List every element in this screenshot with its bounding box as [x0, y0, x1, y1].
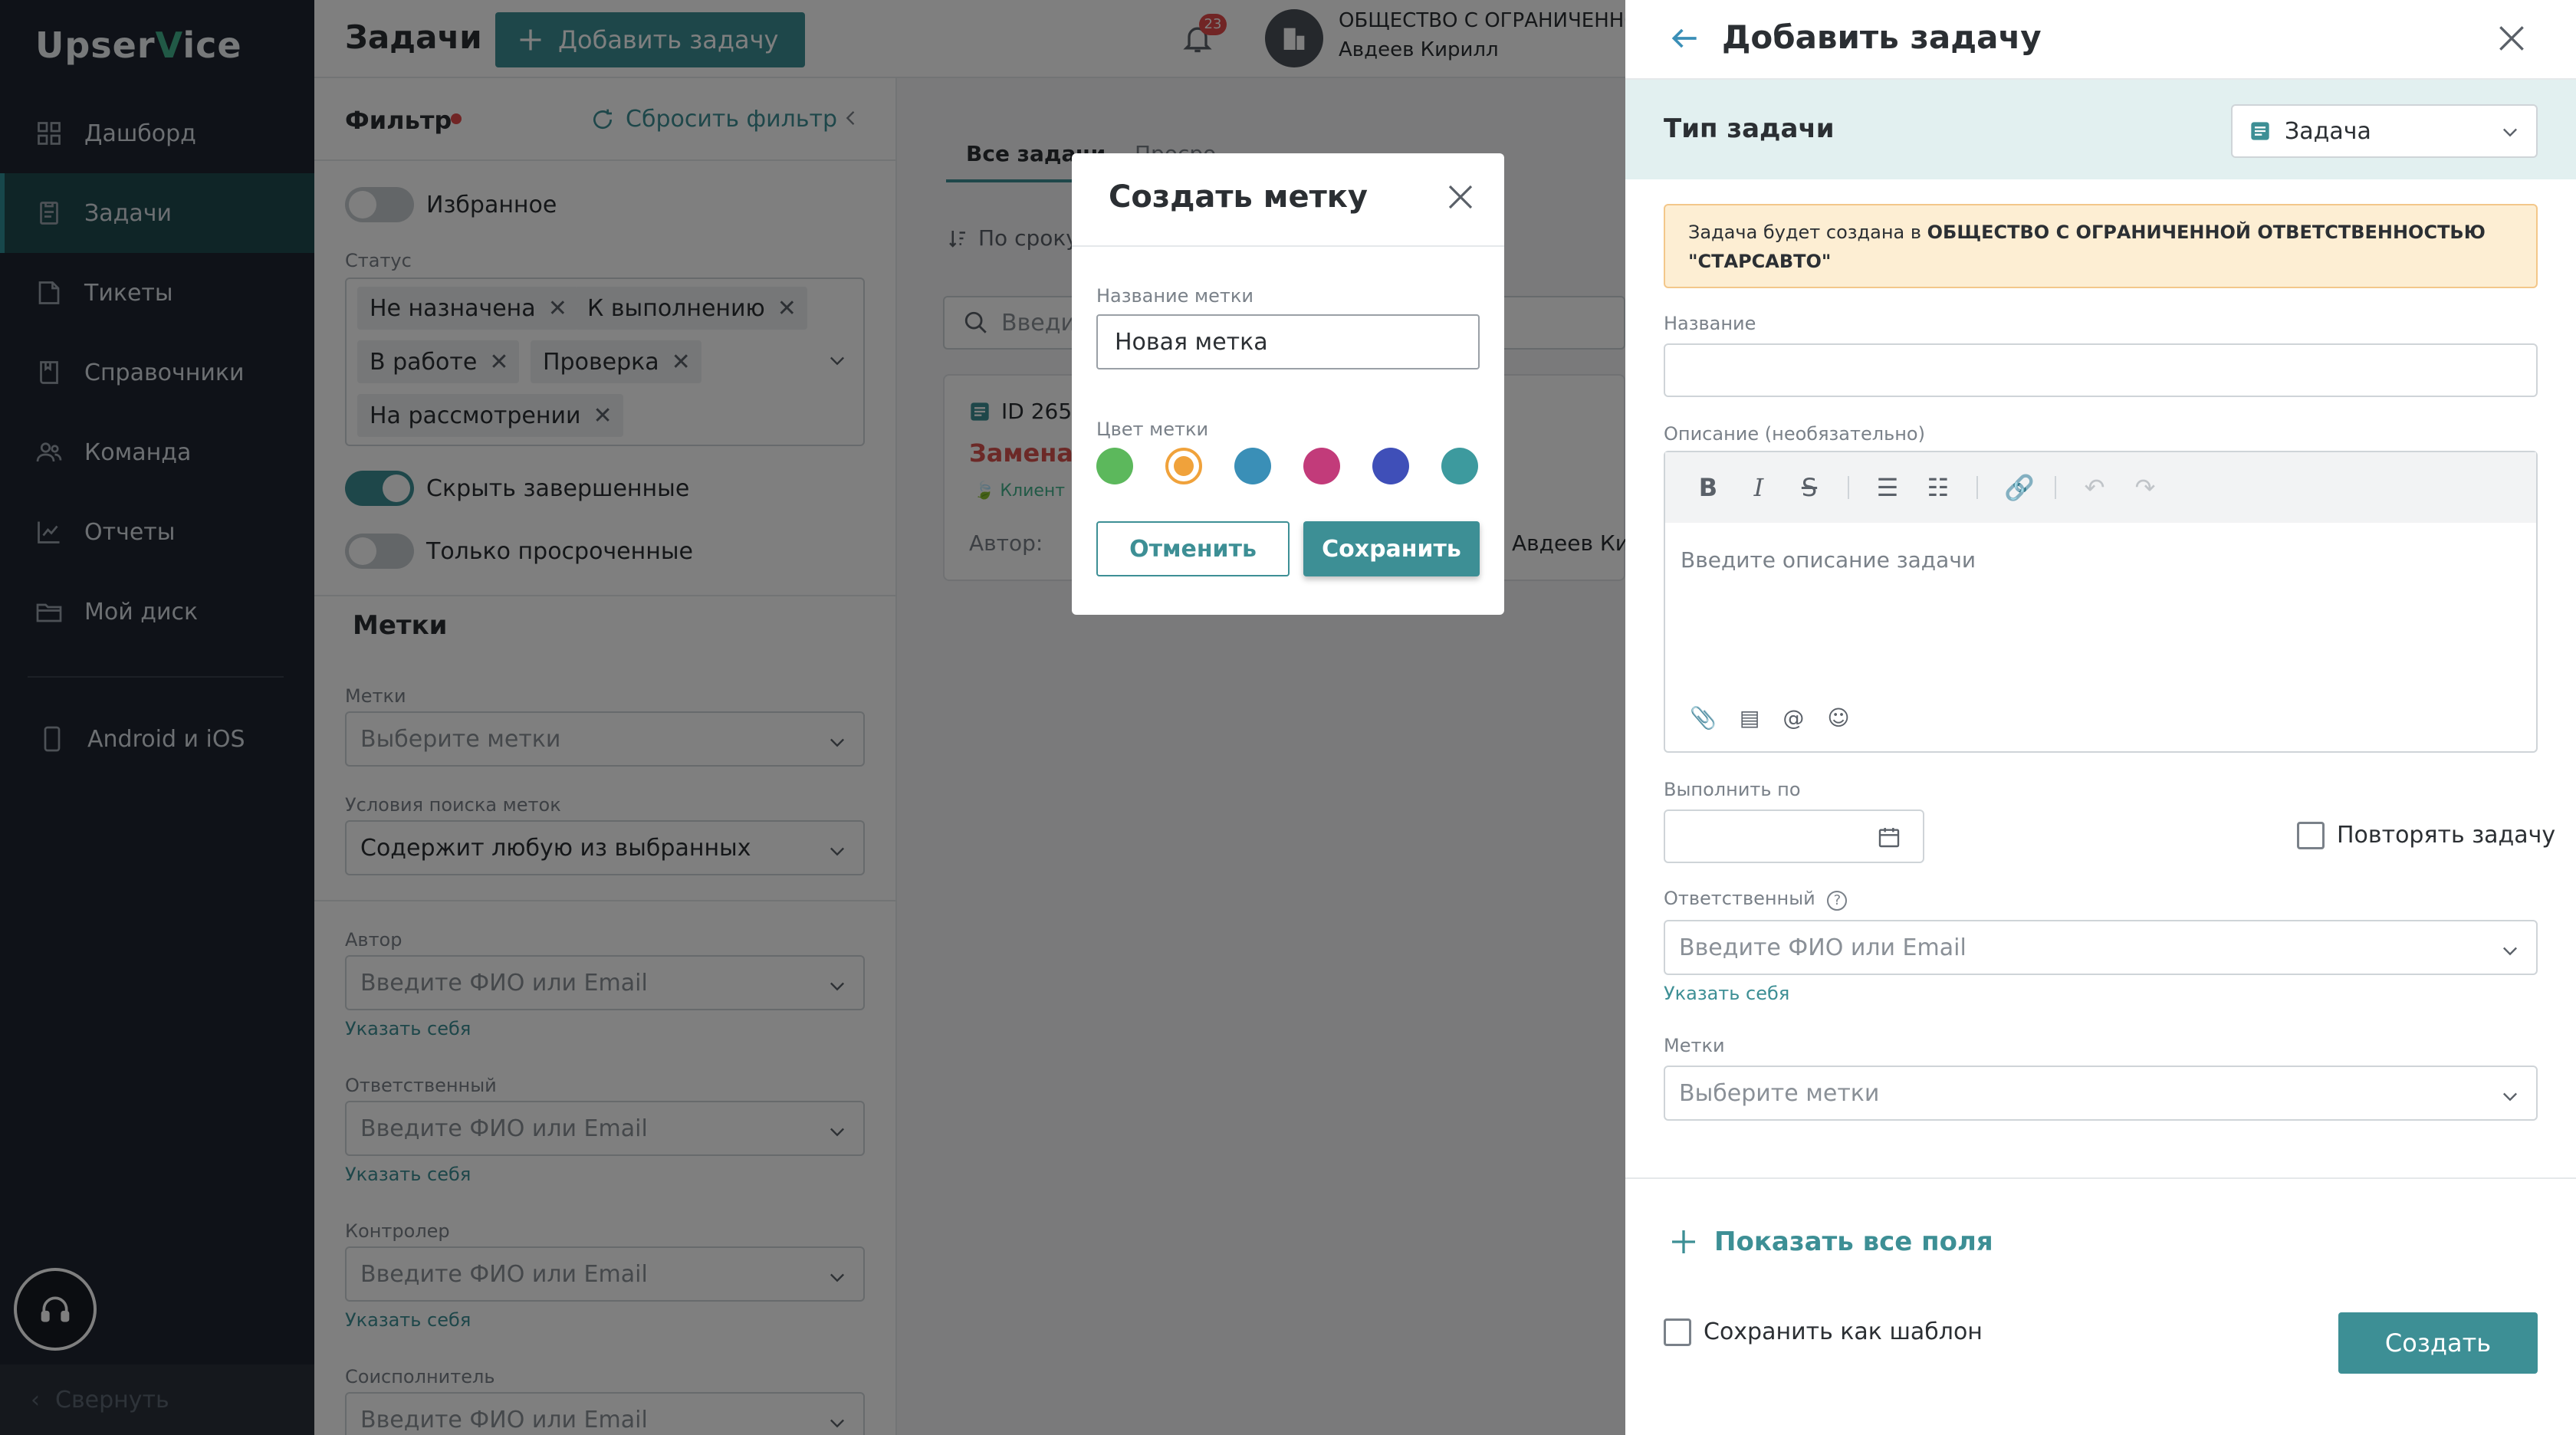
bold-icon[interactable]: B	[1696, 473, 1720, 502]
color-swatch[interactable]	[1234, 448, 1271, 484]
due-date-label: Выполнить по	[1664, 779, 1801, 800]
italic-icon[interactable]: I	[1746, 473, 1771, 502]
plus-icon	[1672, 1230, 1695, 1253]
task-type-label: Тип задачи	[1664, 113, 1835, 144]
toolbar-separator	[1976, 476, 1978, 499]
chevron-down-icon	[2503, 128, 2517, 137]
color-swatch[interactable]	[1441, 448, 1478, 484]
numbered-list-icon[interactable]: ☷	[1926, 473, 1950, 502]
cancel-button[interactable]: Отменить	[1096, 521, 1290, 576]
task-type-select[interactable]: Задача	[2231, 104, 2538, 158]
color-swatch[interactable]	[1165, 448, 1202, 484]
task-type-icon	[2251, 122, 2269, 140]
drawer-responsible-label: Ответственный ?	[1664, 888, 1848, 911]
task-name-input[interactable]	[1664, 343, 2538, 397]
calendar-icon[interactable]	[1877, 825, 1901, 849]
close-icon[interactable]	[1444, 181, 1477, 213]
chevron-down-icon	[2503, 947, 2517, 956]
close-icon[interactable]	[2495, 21, 2528, 55]
drawer-responsible-select[interactable]: Введите ФИО или Email	[1664, 920, 2538, 975]
editor-attachments-bar: 📎 ▤ @ ☺	[1690, 705, 1850, 731]
modal-divider	[1072, 245, 1504, 247]
org-notice: Задача будет создана в ОБЩЕСТВО С ОГРАНИ…	[1664, 204, 2538, 288]
drawer-tags-select[interactable]: Выберите метки	[1664, 1066, 2538, 1121]
redo-icon[interactable]: ↷	[2133, 473, 2157, 502]
help-icon[interactable]: ?	[1827, 891, 1848, 911]
toolbar-separator	[1848, 476, 1849, 499]
drawer-tags-label: Метки	[1664, 1035, 1725, 1056]
due-date-input[interactable]	[1664, 809, 1924, 863]
save-button[interactable]: Сохранить	[1303, 521, 1480, 576]
chevron-down-icon	[2503, 1092, 2517, 1102]
back-arrow-icon[interactable]	[1668, 21, 1702, 55]
task-name-label: Название	[1664, 313, 1756, 334]
drawer-title: Добавить задачу	[1722, 18, 2042, 56]
repeat-task-label: Повторять задачу	[2337, 822, 2556, 849]
repeat-task-checkbox[interactable]	[2297, 822, 2325, 849]
color-swatch[interactable]	[1372, 448, 1409, 484]
create-task-button[interactable]: Создать	[2338, 1312, 2538, 1374]
mention-icon[interactable]: @	[1783, 705, 1804, 731]
drawer-assign-self-link[interactable]: Указать себя	[1664, 983, 1789, 1004]
link-icon[interactable]: 🔗	[2004, 473, 2035, 502]
description-placeholder: Введите описание задачи	[1681, 547, 1976, 573]
save-as-template-checkbox[interactable]	[1664, 1318, 1691, 1346]
tag-name-label: Название метки	[1096, 285, 1254, 307]
strikethrough-icon[interactable]: S	[1797, 473, 1822, 502]
undo-icon[interactable]: ↶	[2082, 473, 2107, 502]
template-icon[interactable]: ▤	[1740, 705, 1760, 731]
modal-title: Создать метку	[1109, 179, 1368, 215]
color-swatch[interactable]	[1096, 448, 1133, 484]
description-label: Описание (необязательно)	[1664, 423, 1925, 445]
tag-color-label: Цвет метки	[1096, 419, 1209, 440]
save-as-template-label: Сохранить как шаблон	[1704, 1318, 1983, 1345]
editor-toolbar: B I S ☰ ☷ 🔗 ↶ ↷	[1665, 452, 2536, 523]
divider	[1625, 1177, 2576, 1179]
bullet-list-icon[interactable]: ☰	[1875, 473, 1900, 502]
show-all-fields-button[interactable]: Показать все поля	[1668, 1226, 1993, 1257]
color-swatch[interactable]	[1303, 448, 1340, 484]
tag-name-input[interactable]: Новая метка	[1096, 314, 1480, 369]
toolbar-separator	[2055, 476, 2056, 499]
emoji-icon[interactable]: ☺	[1827, 705, 1849, 731]
paperclip-icon[interactable]: 📎	[1690, 705, 1717, 731]
